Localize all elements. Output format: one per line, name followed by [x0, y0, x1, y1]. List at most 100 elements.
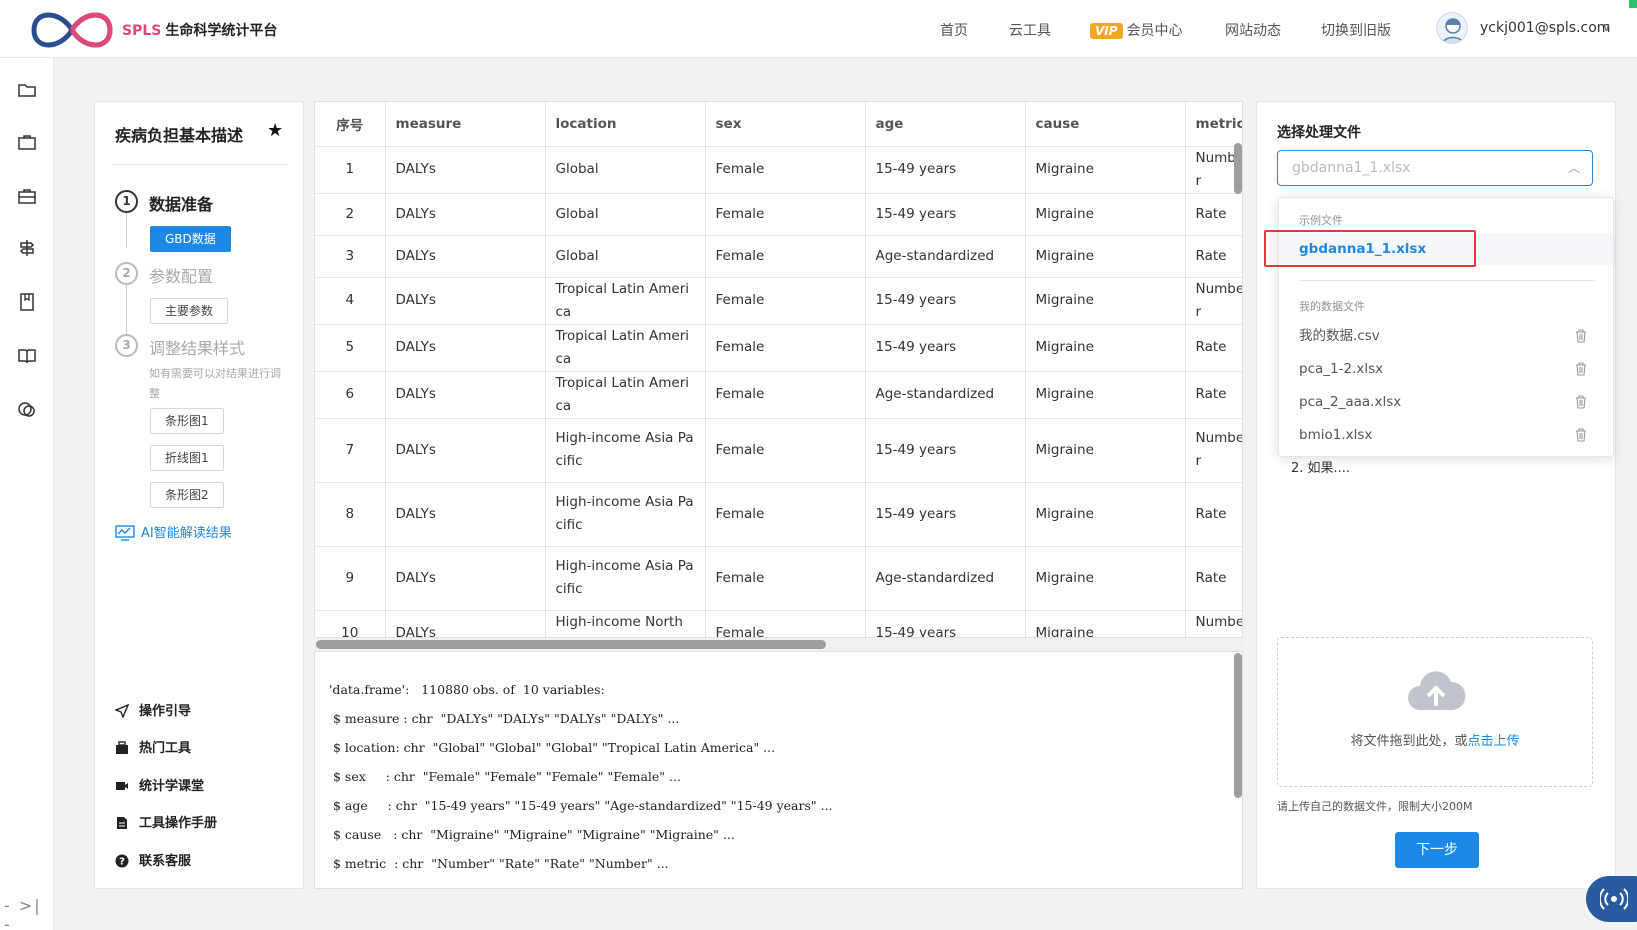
data-table-panel: 序号 measure location sex age cause metric 1 DALY…: [314, 101, 1243, 638]
next-step-button[interactable]: 下一步: [1395, 832, 1479, 868]
table-cell: Rate: [1185, 235, 1242, 278]
dropdown-option-my-file[interactable]: bmio1.xlsx: [1279, 419, 1613, 451]
folder-icon[interactable]: [17, 80, 37, 100]
cloud-upload-icon: [1408, 671, 1466, 710]
column-header[interactable]: sex: [705, 102, 866, 147]
guide-label: 操作引导: [139, 704, 192, 719]
nav-member-center[interactable]: VIP 会员中心: [1090, 20, 1183, 40]
chevron-down-icon[interactable]: ∨: [1602, 20, 1611, 34]
table-row[interactable]: 5 DALYs Tropical Latin America Female 15-49 …: [315, 324, 1242, 372]
nav-cloud-tools[interactable]: 云工具: [1009, 20, 1051, 40]
briefcase-icon[interactable]: [17, 132, 37, 152]
table-cell: 15-49 years: [865, 610, 1026, 637]
broadcast-float-button[interactable]: [1586, 876, 1637, 922]
steps-title: 疾病负担基本描述: [115, 126, 244, 145]
table-cell: DALYs: [385, 193, 546, 236]
toolbox-icon[interactable]: [17, 186, 37, 206]
table-cell: DALYs: [385, 418, 546, 483]
table-cell: 2: [315, 193, 386, 236]
column-header[interactable]: 序号: [315, 102, 386, 147]
table-cell: DALYs: [385, 324, 546, 372]
bar-chart2-button[interactable]: 条形图2: [150, 482, 224, 508]
avatar-icon: [1441, 18, 1465, 43]
nav-site-news[interactable]: 网站动态: [1225, 20, 1281, 40]
ai-interpret-link[interactable]: AI智能解读结果: [115, 522, 232, 541]
manual-link[interactable]: 工具操作手册: [115, 812, 217, 831]
table-cell: DALYs: [385, 546, 546, 611]
step2-label[interactable]: 参数配置: [149, 263, 213, 287]
icon-rail: - >| -: [0, 58, 54, 930]
console-vertical-scrollbar[interactable]: [1234, 653, 1242, 798]
step3-hint: 如有需要可以对结果进行调整: [149, 367, 281, 400]
monitor-chart-icon: [115, 525, 135, 541]
bar-chart1-button[interactable]: 条形图1: [150, 408, 224, 434]
table-row[interactable]: 2 DALYs Global Female 15-49 years Migraine Rat…: [315, 193, 1242, 236]
bookmark-book-icon[interactable]: [17, 292, 37, 312]
hot-tools-link[interactable]: 热门工具: [115, 737, 191, 756]
table-row[interactable]: 4 DALYs Tropical Latin America Female 15-49 …: [315, 277, 1242, 325]
main-params-button[interactable]: 主要参数: [150, 298, 229, 324]
table-cell: 5: [315, 324, 386, 372]
trash-icon[interactable]: [1575, 362, 1587, 376]
table-row[interactable]: 8 DALYs High-income Asia Pacific Female 15-4…: [315, 482, 1242, 547]
table-row[interactable]: 10DALYsHigh-income North AmericaFemale15…: [315, 610, 1242, 637]
file-select[interactable]: gbdanna1_1.xlsx ︿: [1277, 150, 1593, 186]
table-row[interactable]: 3 DALYs Global Female Age-standardized Migrai…: [315, 235, 1242, 278]
table-cell: Number: [1185, 418, 1242, 483]
chat-icon[interactable]: [17, 400, 37, 420]
table-cell: Migraine: [1025, 235, 1186, 278]
user-email[interactable]: yckj001@spls.com: [1480, 20, 1610, 36]
column-header[interactable]: location: [545, 102, 706, 147]
dropdown-option-my-file[interactable]: pca_1-2.xlsx: [1279, 353, 1613, 385]
steps-panel: 疾病负担基本描述 ★ 1 数据准备 GBD数据 2 参数配置 主要参数 3 调整…: [94, 101, 304, 889]
line-chart1-button[interactable]: 折线图1: [150, 445, 224, 471]
user-avatar[interactable]: [1436, 12, 1468, 44]
spls-logo[interactable]: [30, 8, 114, 52]
table-row[interactable]: 1 DALYs Global Female 15-49 years Migraine Num…: [315, 146, 1242, 194]
table-row[interactable]: 9 DALYs High-income Asia Pacific Female Age-…: [315, 546, 1242, 611]
star-icon[interactable]: ★: [267, 120, 283, 141]
send-arrow-icon: [114, 703, 130, 719]
dropdown-option-my-file[interactable]: 我的数据.csv: [1279, 320, 1613, 352]
upload-dropzone[interactable]: 将文件拖到此处，或点击上传: [1277, 637, 1593, 787]
guide-link[interactable]: 操作引导: [114, 700, 192, 719]
column-header[interactable]: measure: [385, 102, 546, 147]
console-line: $ measure : chr "DALYs" "DALYs" "DALYs" …: [329, 711, 680, 726]
data-table: 序号 measure location sex age cause metric 1 DALY…: [315, 102, 1242, 637]
dropdown-option-my-file[interactable]: pca_2_aaa.xlsx: [1279, 386, 1613, 418]
nav-switch-old[interactable]: 切换到旧版: [1321, 20, 1391, 40]
trash-icon[interactable]: [1575, 329, 1587, 343]
trash-icon[interactable]: [1575, 428, 1587, 442]
table-row[interactable]: 6 DALYs Tropical Latin America Female Age-st…: [315, 371, 1242, 419]
table-cell: Female: [705, 324, 866, 372]
table-vertical-scrollbar[interactable]: [1234, 143, 1242, 194]
console-line: $ cause : chr "Migraine" "Migraine" "Mig…: [329, 827, 735, 842]
manual-label: 工具操作手册: [139, 816, 218, 831]
table-cell: Global: [545, 146, 706, 194]
click-upload-link[interactable]: 点击上传: [1468, 734, 1520, 749]
gbd-data-button[interactable]: GBD数据: [150, 226, 231, 252]
signpost-icon[interactable]: [17, 238, 37, 258]
table-cell: Female: [705, 371, 866, 419]
step3-label[interactable]: 调整结果样式: [149, 335, 245, 359]
column-header[interactable]: metric: [1185, 102, 1242, 147]
collapse-rail-button[interactable]: - >| -: [4, 896, 53, 930]
table-horizontal-scrollbar[interactable]: [316, 640, 826, 649]
support-link[interactable]: ? 联系客服: [115, 850, 191, 869]
column-header[interactable]: cause: [1025, 102, 1186, 147]
member-center-label: 会员中心: [1126, 23, 1183, 39]
console-line: $ location: chr "Global" "Global" "Globa…: [329, 740, 776, 755]
stats-class-link[interactable]: 统计学课堂: [115, 775, 204, 794]
document-icon: [117, 817, 127, 829]
nav-home[interactable]: 首页: [940, 20, 968, 40]
table-cell: DALYs: [385, 235, 546, 278]
open-book-icon[interactable]: [17, 346, 37, 366]
brand-name[interactable]: SPLS 生命科学统计平台: [122, 20, 277, 40]
step1-label[interactable]: 数据准备: [149, 191, 213, 215]
table-cell: Rate: [1185, 546, 1242, 611]
table-row[interactable]: 7 DALYs High-income Asia Pacific Female 15-4…: [315, 418, 1242, 483]
column-header[interactable]: age: [865, 102, 1026, 147]
trash-icon[interactable]: [1575, 395, 1587, 409]
my-files-group: 我的数据文件: [1299, 300, 1365, 313]
table-cell: High-income Asia Pacific: [545, 482, 706, 547]
